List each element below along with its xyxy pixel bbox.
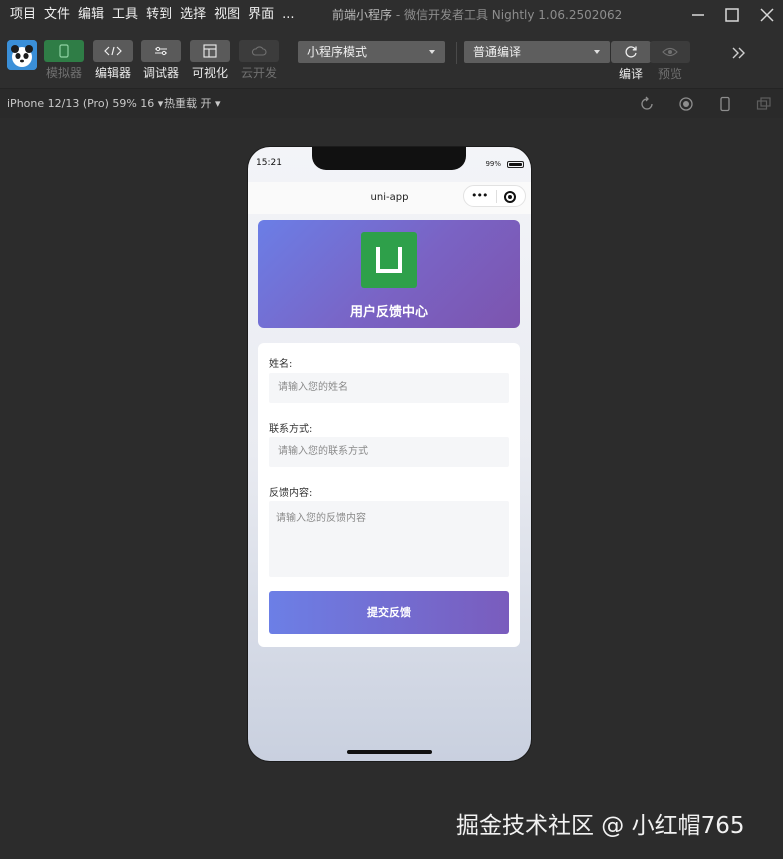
- detach-icon: [756, 97, 771, 110]
- compile-toggle[interactable]: [611, 41, 651, 63]
- phone-notch: [312, 147, 466, 170]
- user-avatar[interactable]: [7, 40, 37, 70]
- page-title: 用户反馈中心: [349, 305, 428, 320]
- mode-select[interactable]: 小程序模式: [298, 41, 445, 63]
- eye-icon: [662, 47, 678, 57]
- phone-simulator: 15:21 99% uni-app ••• 用户反馈中心 姓名: 请输入您的姓名…: [248, 147, 531, 761]
- close-button[interactable]: [747, 0, 783, 30]
- minimize-icon: [692, 14, 704, 16]
- simulator-toggle[interactable]: [44, 40, 84, 62]
- phone-outline-icon: [720, 96, 730, 112]
- contact-label: 联系方式:: [269, 424, 313, 435]
- device-select[interactable]: iPhone 12/13 (Pro) 59% 16 ▾: [7, 89, 163, 119]
- chevron-down-icon: [594, 50, 600, 54]
- feedback-form: 姓名: 请输入您的姓名 联系方式: 请输入您的联系方式 反馈内容: 请输入您的反…: [258, 343, 520, 647]
- battery-level: 99%: [485, 160, 501, 168]
- menu-bar: 项目 文件 编辑 工具 转到 选择 视图 界面 ...: [0, 0, 299, 30]
- record-button[interactable]: [678, 96, 694, 112]
- header-card: 用户反馈中心: [258, 220, 520, 328]
- detach-window-button[interactable]: [756, 96, 772, 112]
- editor-label: 编辑器: [94, 66, 131, 80]
- toolbar: 模拟器 编辑器 调试器 可视化 云开发 小程序模式 普通编译 编译 预览: [0, 30, 783, 88]
- name-label: 姓名:: [269, 359, 293, 370]
- record-icon: [679, 97, 693, 111]
- compile-mode-select[interactable]: 普通编译: [464, 41, 610, 63]
- battery-icon: [507, 161, 524, 168]
- editor-toggle[interactable]: [93, 40, 133, 62]
- status-time: 15:21: [256, 158, 282, 168]
- capsule-divider: [496, 190, 497, 203]
- menu-tools[interactable]: 工具: [108, 0, 142, 30]
- menu-more[interactable]: ...: [278, 0, 298, 30]
- submit-feedback-button[interactable]: 提交反馈: [269, 591, 509, 634]
- devtools-window: 项目 文件 编辑 工具 转到 选择 视图 界面 ... 前端小程序 - 微信开发…: [0, 0, 783, 859]
- rotate-icon: [641, 96, 653, 110]
- more-tools-button[interactable]: [731, 45, 747, 64]
- visual-label: 可视化: [191, 66, 228, 80]
- app-version: - 微信开发者工具 Nightly 1.06.2502062: [395, 8, 623, 22]
- menu-file[interactable]: 文件: [40, 0, 74, 30]
- visual-toggle[interactable]: [190, 40, 230, 62]
- cloud-toggle[interactable]: [239, 40, 279, 62]
- compile-button[interactable]: 编译: [611, 41, 651, 81]
- more-menu-icon[interactable]: •••: [471, 190, 488, 201]
- menu-project[interactable]: 项目: [6, 0, 40, 30]
- content-label: 反馈内容:: [269, 488, 313, 499]
- phone-icon: [59, 44, 69, 58]
- menu-selection[interactable]: 选择: [176, 0, 210, 30]
- debugger-toggle[interactable]: [141, 40, 181, 62]
- debugger-button[interactable]: 调试器: [141, 40, 181, 80]
- uni-app-logo: [361, 232, 417, 288]
- maximize-button[interactable]: [712, 0, 752, 30]
- simulator-device-bar: iPhone 12/13 (Pro) 59% 16 ▾ 热重载 开 ▾: [0, 88, 783, 118]
- capsule-menu: •••: [463, 185, 526, 207]
- visual-button[interactable]: 可视化: [190, 40, 230, 80]
- chevron-down-icon: [429, 50, 435, 54]
- project-name: 前端小程序: [332, 8, 393, 22]
- refresh-icon: [625, 46, 637, 58]
- title-bar: 项目 文件 编辑 工具 转到 选择 视图 界面 ... 前端小程序 - 微信开发…: [0, 0, 783, 30]
- menu-view[interactable]: 视图: [210, 0, 244, 30]
- feedback-textarea[interactable]: 请输入您的反馈内容: [269, 501, 509, 577]
- cloud-icon: [251, 46, 267, 56]
- mode-select-value: 小程序模式: [307, 45, 368, 59]
- compile-label: 编译: [618, 67, 643, 81]
- close-miniprogram-icon[interactable]: [504, 191, 516, 203]
- watermark: 掘金技术社区 @ 小红帽765: [456, 813, 745, 839]
- cloud-label: 云开发: [240, 66, 277, 80]
- layout-icon: [203, 44, 217, 58]
- code-icon: [104, 46, 122, 56]
- simulator-label: 模拟器: [45, 66, 82, 80]
- preview-button[interactable]: 预览: [650, 41, 690, 81]
- contact-input[interactable]: 请输入您的联系方式: [269, 437, 509, 467]
- home-indicator: [347, 750, 432, 754]
- preview-toggle[interactable]: [650, 41, 690, 63]
- double-chevron-right-icon: [732, 47, 745, 59]
- debugger-label: 调试器: [142, 66, 179, 80]
- panda-avatar-icon: [7, 40, 37, 70]
- u-letter-icon: [376, 247, 402, 273]
- device-frame-button[interactable]: [717, 96, 733, 112]
- window-title: 前端小程序 - 微信开发者工具 Nightly 1.06.2502062: [332, 0, 622, 30]
- rotate-button[interactable]: [639, 96, 655, 112]
- simulator-button[interactable]: 模拟器: [44, 40, 84, 80]
- preview-label: 预览: [657, 67, 682, 81]
- hot-reload-toggle[interactable]: 热重载 开 ▾: [164, 89, 221, 119]
- toolbar-divider: [456, 42, 457, 64]
- name-input[interactable]: 请输入您的姓名: [269, 373, 509, 403]
- debug-sliders-icon: [155, 46, 167, 56]
- menu-interface[interactable]: 界面: [244, 0, 278, 30]
- compile-mode-value: 普通编译: [473, 45, 522, 59]
- menu-edit[interactable]: 编辑: [74, 0, 108, 30]
- editor-button[interactable]: 编辑器: [93, 40, 133, 80]
- cloud-button[interactable]: 云开发: [239, 40, 279, 80]
- menu-goto[interactable]: 转到: [142, 0, 176, 30]
- close-icon: [760, 8, 774, 22]
- maximize-icon: [725, 8, 739, 22]
